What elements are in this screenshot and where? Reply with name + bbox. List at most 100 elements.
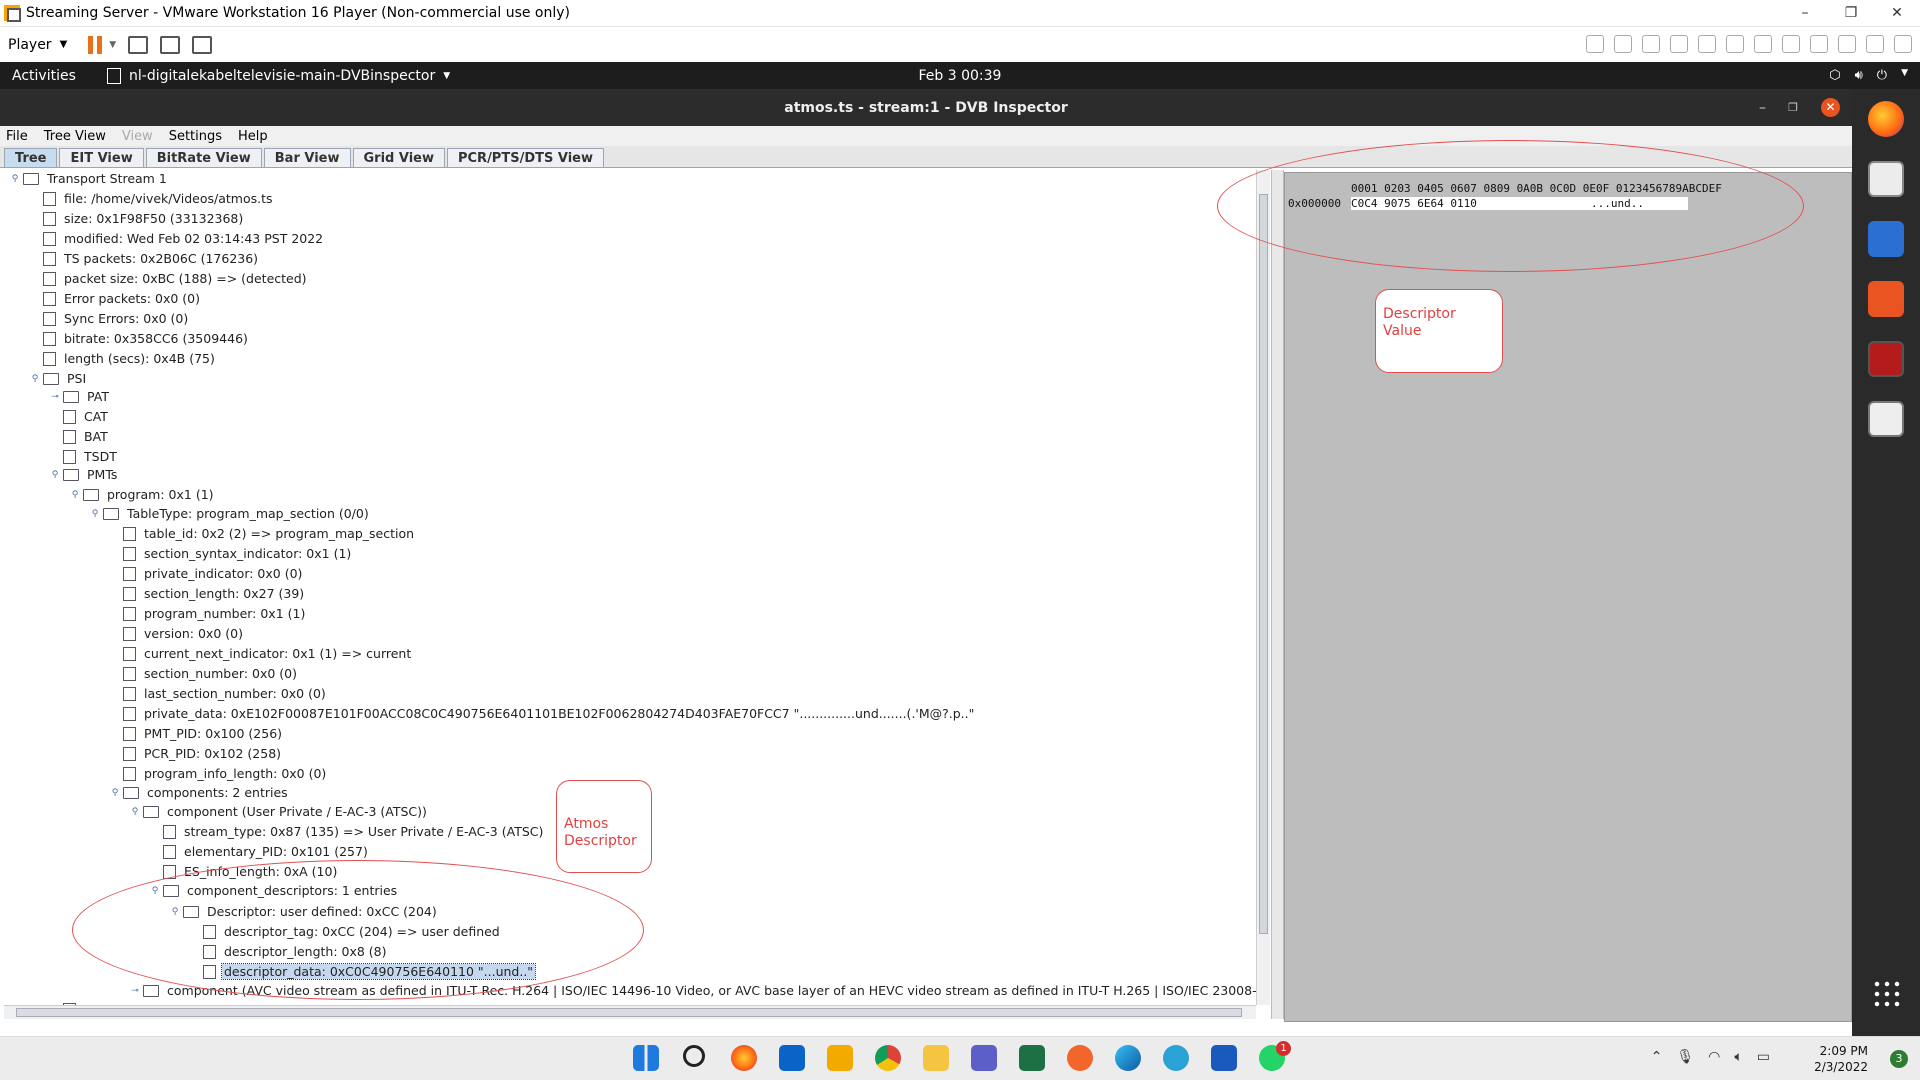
vmware-icon[interactable] bbox=[827, 1045, 853, 1071]
split-pane-divider[interactable] bbox=[1271, 170, 1284, 1019]
dvb-inspector-icon[interactable] bbox=[1868, 341, 1904, 377]
tree-node[interactable]: section_number: 0x0 (0) bbox=[110, 665, 299, 682]
tree-node[interactable]: ⚲ PMTs bbox=[50, 466, 119, 483]
tree-node[interactable]: PMT_PID: 0x100 (256) bbox=[110, 725, 284, 742]
tree-node[interactable]: modified: Wed Feb 02 03:14:43 PST 2022 bbox=[30, 230, 325, 247]
tree-node[interactable]: last_section_number: 0x0 (0) bbox=[110, 685, 328, 702]
network-icon[interactable] bbox=[1726, 35, 1744, 53]
tree-node[interactable]: ⚲ TableType: program_map_section (0/0) bbox=[90, 505, 371, 522]
microphone-icon[interactable]: 🎙︎ bbox=[1676, 1049, 1694, 1065]
menu-file[interactable]: File bbox=[6, 129, 28, 144]
forward-icon[interactable] bbox=[1586, 35, 1604, 53]
battery-icon[interactable]: ▭ bbox=[1757, 1049, 1770, 1065]
tree-node[interactable]: elementary_PID: 0x101 (257) bbox=[150, 843, 370, 860]
expand-handle-closed-icon[interactable]: ⊸ bbox=[130, 986, 140, 996]
tree-node[interactable]: ⚲ Transport Stream 1 bbox=[10, 170, 169, 187]
speaker-icon[interactable]: 🔈︎ bbox=[1734, 1049, 1742, 1065]
tree-node[interactable]: Error packets: 0x0 (0) bbox=[30, 290, 202, 307]
tree-node[interactable]: TS packets: 0x2B06C (176236) bbox=[30, 250, 260, 267]
scrollbar-thumb[interactable] bbox=[16, 1008, 1242, 1017]
expand-handle-open-icon[interactable]: ⚲ bbox=[90, 509, 100, 519]
minimize-button[interactable]: – bbox=[1782, 5, 1828, 21]
fullscreen-icon[interactable] bbox=[160, 35, 181, 54]
printer-icon[interactable] bbox=[1754, 35, 1772, 53]
tree-node[interactable]: ⚲ program: 0x1 (1) bbox=[70, 486, 216, 503]
libreoffice-writer-icon[interactable] bbox=[1868, 221, 1904, 257]
tree-node[interactable]: ⚲ component (User Private / E-AC-3 (ATSC)… bbox=[130, 803, 429, 820]
tree-node[interactable]: TSDT bbox=[50, 448, 119, 465]
expand-handle-open-icon[interactable]: ⚲ bbox=[30, 374, 40, 384]
tree-node[interactable]: length (secs): 0x4B (75) bbox=[30, 350, 217, 367]
pen-app-icon[interactable] bbox=[1067, 1045, 1093, 1071]
tree-node[interactable]: ⚲ PSI bbox=[30, 370, 88, 387]
tree-node[interactable]: PCR_PID: 0x102 (258) bbox=[110, 745, 283, 762]
search-icon[interactable] bbox=[683, 1045, 705, 1067]
expand-handle-open-icon[interactable]: ⚲ bbox=[50, 470, 60, 480]
scrollbar-thumb[interactable] bbox=[1259, 194, 1268, 934]
restore-button[interactable]: ❐ bbox=[1828, 5, 1874, 21]
tab-bitrate-view[interactable]: BitRate View bbox=[145, 148, 262, 167]
tree-node[interactable]: stream_type: 0x87 (135) => User Private … bbox=[150, 823, 545, 840]
tab-tree[interactable]: Tree bbox=[4, 148, 58, 167]
network-globe-icon[interactable] bbox=[1163, 1045, 1189, 1071]
tree-node[interactable]: program_info_length: 0x0 (0) bbox=[110, 765, 328, 782]
notification-count-badge[interactable]: 3 bbox=[1890, 1050, 1908, 1068]
activities-button[interactable]: Activities bbox=[12, 68, 107, 84]
outlook-icon[interactable] bbox=[779, 1045, 805, 1071]
hard-disk-icon[interactable] bbox=[1614, 35, 1632, 53]
menu-help[interactable]: Help bbox=[238, 129, 268, 144]
tree-node[interactable]: BAT bbox=[50, 428, 110, 445]
tree-node[interactable]: private_data: 0xE102F00087E101F00ACC08C0… bbox=[110, 705, 976, 722]
close-icon[interactable]: ✕ bbox=[1821, 98, 1840, 117]
cd-icon[interactable] bbox=[1642, 35, 1660, 53]
edge-icon[interactable] bbox=[1115, 1045, 1141, 1071]
tab-grid-view[interactable]: Grid View bbox=[352, 148, 445, 167]
tree-node[interactable]: section_length: 0x27 (39) bbox=[110, 585, 306, 602]
chevron-up-icon[interactable]: ⌃ bbox=[1651, 1049, 1663, 1065]
file-explorer-icon[interactable] bbox=[923, 1045, 949, 1071]
tree-node[interactable]: size: 0x1F98F50 (33132368) bbox=[30, 210, 245, 227]
player-menu-button[interactable]: Player ▼ bbox=[8, 37, 67, 53]
tab-bar-view[interactable]: Bar View bbox=[263, 148, 351, 167]
system-tray[interactable]: ⬡ 🔊︎ ⏻ ▼ bbox=[1829, 68, 1908, 83]
windows-start-icon[interactable] bbox=[633, 1045, 659, 1071]
excel-icon[interactable] bbox=[1019, 1045, 1045, 1071]
usb-icon[interactable] bbox=[1810, 35, 1828, 53]
tree-node[interactable]: ⚲ components: 2 entries bbox=[110, 784, 290, 801]
tree-node[interactable]: section_syntax_indicator: 0x1 (1) bbox=[110, 545, 353, 562]
menu-settings[interactable]: Settings bbox=[169, 129, 222, 144]
pause-icon[interactable] bbox=[87, 35, 103, 54]
minimize-icon[interactable]: – bbox=[1759, 100, 1766, 116]
tree-node[interactable]: ⊸ PAT bbox=[50, 388, 111, 405]
show-applications-icon[interactable] bbox=[1872, 979, 1900, 1007]
tree-vertical-scrollbar[interactable] bbox=[1256, 170, 1270, 1005]
display-icon[interactable] bbox=[1894, 35, 1912, 53]
close-button[interactable]: ✕ bbox=[1874, 5, 1920, 21]
tree-node[interactable]: packet size: 0xBC (188) => (detected) bbox=[30, 270, 309, 287]
word-icon[interactable] bbox=[1211, 1045, 1237, 1071]
software-center-icon[interactable] bbox=[1868, 281, 1904, 317]
tree-node[interactable]: current_next_indicator: 0x1 (1) => curre… bbox=[110, 645, 413, 662]
firefox-icon[interactable] bbox=[731, 1045, 757, 1071]
camera-icon[interactable] bbox=[1838, 35, 1856, 53]
tree-node[interactable]: private_indicator: 0x0 (0) bbox=[110, 565, 304, 582]
menu-tree-view[interactable]: Tree View bbox=[44, 129, 106, 144]
expand-handle-open-icon[interactable]: ⚲ bbox=[10, 174, 20, 184]
floppy-icon[interactable] bbox=[1698, 35, 1716, 53]
expand-handle-closed-icon[interactable]: ⊸ bbox=[50, 392, 60, 402]
files-icon[interactable] bbox=[1868, 161, 1904, 197]
tab-eit-view[interactable]: EIT View bbox=[59, 148, 144, 167]
keyboard-icon[interactable] bbox=[1866, 35, 1884, 53]
hex-view[interactable]: 0001 0203 0405 0607 0809 0A0B 0C0D 0E0F … bbox=[1284, 172, 1852, 1022]
wifi-icon[interactable]: ◠ bbox=[1708, 1049, 1720, 1065]
expand-handle-open-icon[interactable]: ⚲ bbox=[110, 788, 120, 798]
tree-node[interactable]: file: /home/vivek/Videos/atmos.ts bbox=[30, 190, 275, 207]
sound-icon[interactable] bbox=[1782, 35, 1800, 53]
tree-node[interactable]: program_number: 0x1 (1) bbox=[110, 605, 307, 622]
maximize-icon[interactable]: ❐ bbox=[1788, 101, 1798, 114]
tree-node[interactable]: bitrate: 0x358CC6 (3509446) bbox=[30, 330, 250, 347]
chrome-icon[interactable] bbox=[875, 1045, 901, 1071]
taskbar-clock[interactable]: 2:09 PM 2/3/2022 bbox=[1814, 1043, 1868, 1075]
menu-view[interactable]: View bbox=[122, 129, 153, 144]
tree-node[interactable]: version: 0x0 (0) bbox=[110, 625, 245, 642]
